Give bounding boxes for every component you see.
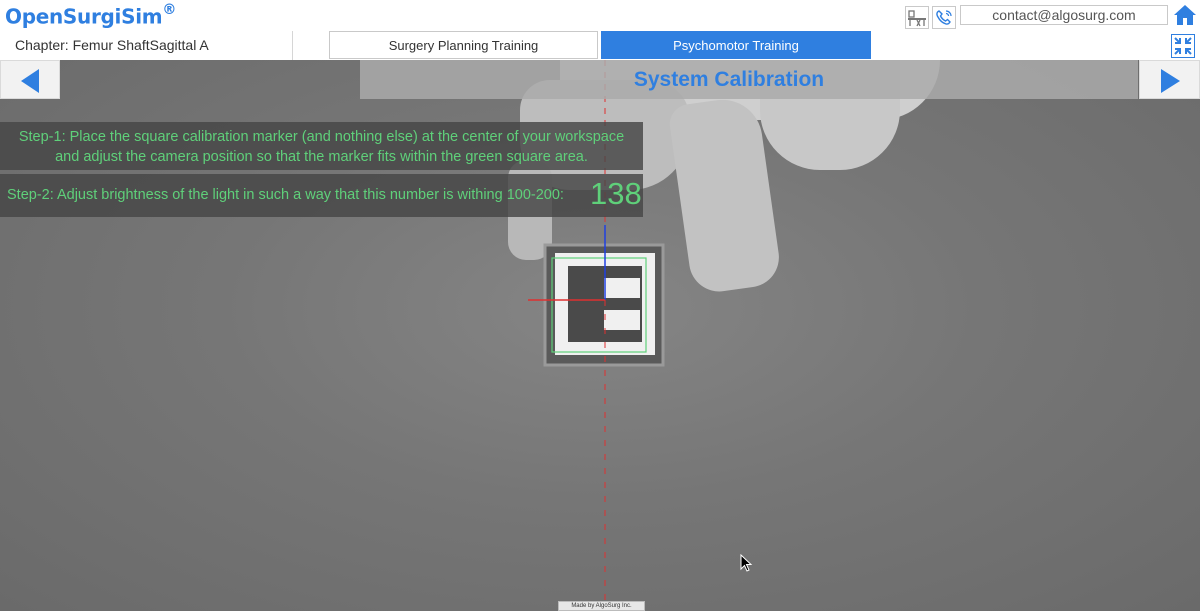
app-logo[interactable]: OpenSurgiSim® bbox=[5, 2, 177, 29]
brightness-value: 138 bbox=[590, 176, 642, 211]
next-button[interactable] bbox=[1139, 60, 1200, 99]
contact-email[interactable]: contact@algosurg.com bbox=[960, 5, 1168, 25]
fullscreen-exit-button[interactable] bbox=[1171, 34, 1195, 58]
step2-instructions: Step-2: Adjust brightness of the light i… bbox=[0, 174, 643, 217]
phone-icon[interactable] bbox=[932, 6, 956, 29]
page-title: System Calibration bbox=[633, 68, 825, 91]
arrow-right-icon bbox=[1161, 69, 1180, 93]
logo-text: OpenSurgiSim bbox=[5, 4, 163, 29]
step1-line1: Step-1: Place the square calibration mar… bbox=[18, 129, 625, 145]
camera-view: System Calibration Step-1: Place the squ… bbox=[0, 60, 1200, 611]
previous-button[interactable] bbox=[0, 60, 60, 99]
home-icon[interactable] bbox=[1173, 3, 1197, 27]
chapter-label: Chapter: Femur ShaftSagittal A bbox=[0, 31, 293, 60]
tab-surgery-planning-training[interactable]: Surgery Planning Training bbox=[329, 31, 598, 59]
fullscreen-exit-icon bbox=[1174, 37, 1192, 55]
step1-line2: and adjust the camera position so that t… bbox=[55, 149, 588, 165]
title-bar: System Calibration bbox=[360, 60, 1138, 99]
registered-mark: ® bbox=[162, 2, 177, 18]
tab-psychomotor-training[interactable]: Psychomotor Training bbox=[601, 31, 871, 59]
footer-credit: Made by AlgoSurg Inc. bbox=[558, 601, 645, 611]
top-header: OpenSurgiSim® contact@algosurg.com bbox=[0, 0, 1200, 30]
step2-text: Step-2: Adjust brightness of the light i… bbox=[7, 187, 564, 203]
step1-instructions: Step-1: Place the square calibration mar… bbox=[0, 122, 643, 170]
cursor-icon bbox=[740, 554, 753, 572]
desk-user-icon[interactable] bbox=[905, 6, 929, 29]
arrow-left-icon bbox=[21, 69, 39, 93]
